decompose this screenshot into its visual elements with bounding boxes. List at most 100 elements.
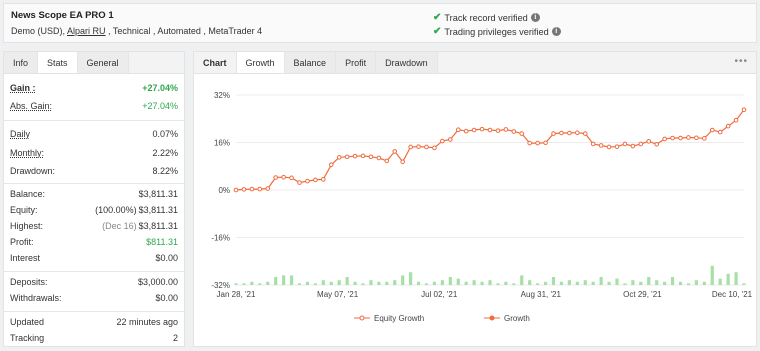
info-icon[interactable]: i [530,13,540,22]
tracking-row: Tracking 2 [4,333,184,347]
growth-point [503,127,509,132]
growth-point [313,177,318,183]
account-tags: , Technical , Automated , MetaTrader 4 [105,26,263,36]
growth-point [670,135,675,141]
volume-bar [702,281,706,285]
growth-point [479,126,485,132]
volume-bar [377,281,381,285]
growth-point [328,162,334,168]
volume-bar [424,283,429,285]
tab-growth[interactable]: Growth [236,52,285,73]
trading-privileges-verified: ✔ Trading privileges verified i [433,26,561,37]
volume-bar [440,280,444,285]
growth-point [344,154,350,160]
growth-point [297,180,302,185]
gain-label[interactable]: Gain : [10,83,36,93]
more-options-icon[interactable]: ••• [734,56,748,67]
growth-point [551,131,556,136]
volume-bar [289,275,294,285]
volume-bar [361,283,365,285]
growth-point [567,130,572,136]
growth-point [535,140,540,146]
growth-point [638,141,644,147]
tracking-label: Tracking [10,333,45,343]
growth-point [233,187,239,193]
growth-chart: 32% 16% 0% -16% -32%Jan 28, '21 May 07, '21 Ju… [211,91,753,323]
interest-row: Interest $0.00 [4,253,184,267]
volume-bar [599,277,603,285]
growth-point [471,127,477,133]
drawdown-label: Drawdown: [10,166,56,176]
volume-bar [329,281,333,285]
growth-point [614,144,620,149]
account-header: News Scope EA PRO 1 Demo (USD), Alpari R… [3,3,757,43]
x-tick-label: Dec 10, '21 [712,290,753,299]
growth-point [654,141,659,147]
equity-label: Equity: [10,205,38,215]
volume-bar [647,277,651,285]
growth-point [527,140,532,146]
updated-row: Updated 22 minutes ago [4,317,184,331]
highest-amount: $3,811.31 [138,221,178,231]
volume-bar [448,277,452,285]
drawdown-value: 8.22% [152,166,178,176]
volume-bar [456,278,460,285]
growth-line [235,109,745,191]
tab-profit[interactable]: Profit [336,52,377,73]
chart-panel: Chart Growth Balance Profit Drawdown •••… [193,51,757,347]
growth-point [662,136,667,142]
tab-general[interactable]: General [77,52,129,73]
abs-gain-label[interactable]: Abs. Gain: [10,101,52,111]
volume-bar [337,280,341,285]
volume-bar [694,280,698,285]
account-type: Demo (USD), [11,26,68,36]
volume-bar [663,281,667,285]
x-tick-label: Jan 28, '21 [217,290,256,299]
growth-point [725,123,731,129]
x-tick-label: Oct 29, '21 [623,290,662,299]
tab-info[interactable]: Info [4,52,39,73]
monthly-label[interactable]: Monthly: [10,148,44,158]
volume-bar [313,283,317,285]
volume-bar [369,280,373,285]
volume-bar [583,280,587,285]
withdrawals-label: Withdrawals: [10,293,62,303]
broker-link[interactable]: Alpari RU [67,26,106,36]
volume-bar [567,280,571,285]
equity-amount: $3,811.31 [138,205,178,215]
abs-gain-row: Abs. Gain: +27.04% [4,101,184,115]
legend-marker [359,315,365,321]
volume-bar [401,275,405,285]
growth-point [273,175,278,180]
divider [4,120,184,121]
tab-chart[interactable]: Chart [194,52,237,73]
drawdown-row: Drawdown: 8.22% [4,166,184,180]
volume-bar [559,281,564,285]
growth-point [424,144,429,150]
growth-point [463,128,469,134]
daily-label[interactable]: Daily [10,129,30,139]
tab-drawdown[interactable]: Drawdown [376,52,438,73]
volume-bar [496,283,500,285]
growth-point [598,143,604,148]
tab-balance[interactable]: Balance [284,52,337,73]
growth-point [702,136,707,141]
growth-point [694,135,699,141]
volume-bar [639,281,643,285]
volume-bar [297,283,302,285]
info-icon[interactable]: i [551,27,561,36]
growth-point [281,174,286,180]
tab-stats[interactable]: Stats [38,52,78,73]
growth-point [368,154,374,160]
volume-bar [623,283,627,285]
withdrawals-row: Withdrawals: $0.00 [4,293,184,307]
growth-point [400,159,405,165]
volume-bar [512,283,516,285]
highest-label: Highest: [10,221,44,231]
interest-value: $0.00 [155,253,178,263]
deposits-row: Deposits: $3,000.00 [4,277,184,291]
volume-bar [591,281,595,285]
growth-point [678,135,683,141]
divider [4,183,184,184]
trading-privileges-label: Trading privileges verified [444,26,549,37]
